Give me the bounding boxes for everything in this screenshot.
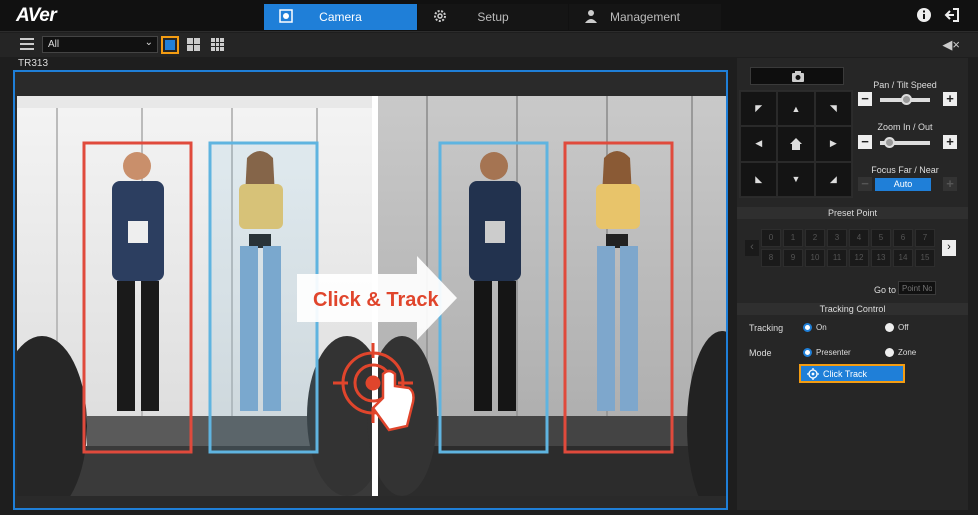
pan-up-right-button[interactable]: ◥ [814,91,852,127]
mode-zone-radio[interactable]: Zone [885,348,916,357]
snapshot-icon [792,71,804,82]
preset-button[interactable]: 15 [915,249,935,267]
tracking-off-radio[interactable]: Off [885,323,909,332]
click-track-button[interactable]: Click Track [799,364,905,383]
camera-view-frame[interactable]: Click & Track [13,70,728,510]
app-root: AVer Camera Setup Management All ⌄ ◀× TR… [0,0,978,515]
preset-button[interactable]: 12 [849,249,869,267]
mute-icon[interactable]: ◀× [942,37,960,53]
home-icon [789,137,802,150]
preset-button[interactable]: 0 [761,229,781,247]
radio-selected-icon [803,323,812,332]
zoom-out-button[interactable]: − [858,135,872,149]
click-track-overlay-text: Click & Track [313,289,440,311]
camera-control-panel: ◤ ▲ ◥ ◀ ▶ ◣ ▼ ◢ Pan / Tilt Speed − + Zoo… [737,58,968,510]
group-select[interactable]: All ⌄ [42,36,158,53]
preset-button[interactable]: 2 [805,229,825,247]
nine-view-button[interactable] [211,36,229,54]
preset-button[interactable]: 8 [761,249,781,267]
video-scene: Click & Track [17,96,726,496]
preset-button[interactable]: 13 [871,249,891,267]
pan-tilt-speed-label: Pan / Tilt Speed [873,80,937,90]
live-video[interactable]: Click & Track [17,96,726,496]
tracking-on-radio[interactable]: On [803,323,827,332]
tracking-label: Tracking [749,323,784,333]
mode-presenter-radio[interactable]: Presenter [803,348,851,357]
preset-button[interactable]: 1 [783,229,803,247]
preset-point-header: Preset Point [737,207,968,219]
info-icon[interactable] [916,7,932,23]
top-right-icons [916,7,960,23]
group-select-value: All [48,39,60,50]
tilt-down-button[interactable]: ▼ [777,161,815,197]
pan-down-left-button[interactable]: ◣ [740,161,778,197]
tab-setup[interactable]: Setup [418,4,568,30]
tab-management[interactable]: Management [569,4,721,30]
radio-unselected-icon [885,348,894,357]
preset-button[interactable]: 7 [915,229,935,247]
preset-button[interactable]: 4 [849,229,869,247]
focus-auto-button[interactable]: Auto [875,178,931,191]
click-track-label: Click Track [823,369,868,379]
pan-tilt-speed-slider[interactable] [880,94,930,105]
tab-management-label: Management [609,10,681,24]
mode-label: Mode [749,348,772,358]
preset-button[interactable]: 14 [893,249,913,267]
zoom-in-button[interactable]: + [943,135,957,149]
pan-left-button[interactable]: ◀ [740,126,778,162]
preset-button[interactable]: 6 [893,229,913,247]
nine-view-icon [211,38,224,51]
home-button[interactable] [777,126,815,162]
focus-near-button[interactable]: + [943,177,957,191]
zoom-label: Zoom In / Out [877,122,933,132]
ptz-direction-pad: ◤ ▲ ◥ ◀ ▶ ◣ ▼ ◢ [739,90,853,198]
quad-view-button[interactable] [187,36,205,54]
logout-icon[interactable] [944,7,960,23]
tab-camera-label: Camera [319,10,362,24]
pan-right-button[interactable]: ▶ [814,126,852,162]
pan-tilt-speed-increase[interactable]: + [943,92,957,106]
mode-presenter-label: Presenter [816,348,851,357]
tab-setup-label: Setup [477,10,509,24]
preset-button[interactable]: 3 [827,229,847,247]
crosshair-icon [807,368,819,380]
zoom-knob[interactable] [883,137,895,148]
pan-up-left-button[interactable]: ◤ [740,91,778,127]
tilt-up-button[interactable]: ▲ [777,91,815,127]
focus-far-button[interactable]: − [858,177,872,191]
preset-next-button[interactable]: › [942,240,956,256]
goto-label: Go to [874,285,897,295]
radio-unselected-icon [885,323,894,332]
pan-tilt-speed-knob[interactable] [901,94,913,105]
chevron-down-icon: ⌄ [144,37,153,48]
top-nav-bar: AVer Camera Setup Management [0,0,978,32]
radio-selected-icon [803,348,812,357]
preset-button[interactable]: 11 [827,249,847,267]
menu-icon[interactable] [20,38,34,50]
tracking-off-label: Off [898,323,909,332]
preset-button[interactable]: 10 [805,249,825,267]
preset-button[interactable]: 5 [871,229,891,247]
pan-down-right-button[interactable]: ◢ [814,161,852,197]
preset-button[interactable]: 9 [783,249,803,267]
zoom-slider[interactable] [880,137,930,148]
single-view-icon [165,40,175,50]
view-toolbar: All ⌄ ◀× [0,33,978,57]
quad-view-icon [187,38,200,51]
preset-prev-button[interactable]: ‹ [745,240,759,256]
tracking-on-label: On [816,323,827,332]
focus-label: Focus Far / Near [871,165,939,175]
pan-tilt-speed-decrease[interactable]: − [858,92,872,106]
mode-zone-label: Zone [898,348,917,357]
tracking-control-header: Tracking Control [737,303,968,315]
tab-camera[interactable]: Camera [264,4,417,30]
goto-point-input[interactable] [898,281,936,295]
aver-logo: AVer [16,5,57,26]
preset-grid: 0 1 2 3 4 5 6 7 8 9 10 11 12 13 14 15 [761,229,935,267]
camera-name: TR313 [18,58,49,69]
snapshot-button[interactable] [750,67,844,85]
single-view-button[interactable] [161,36,179,54]
